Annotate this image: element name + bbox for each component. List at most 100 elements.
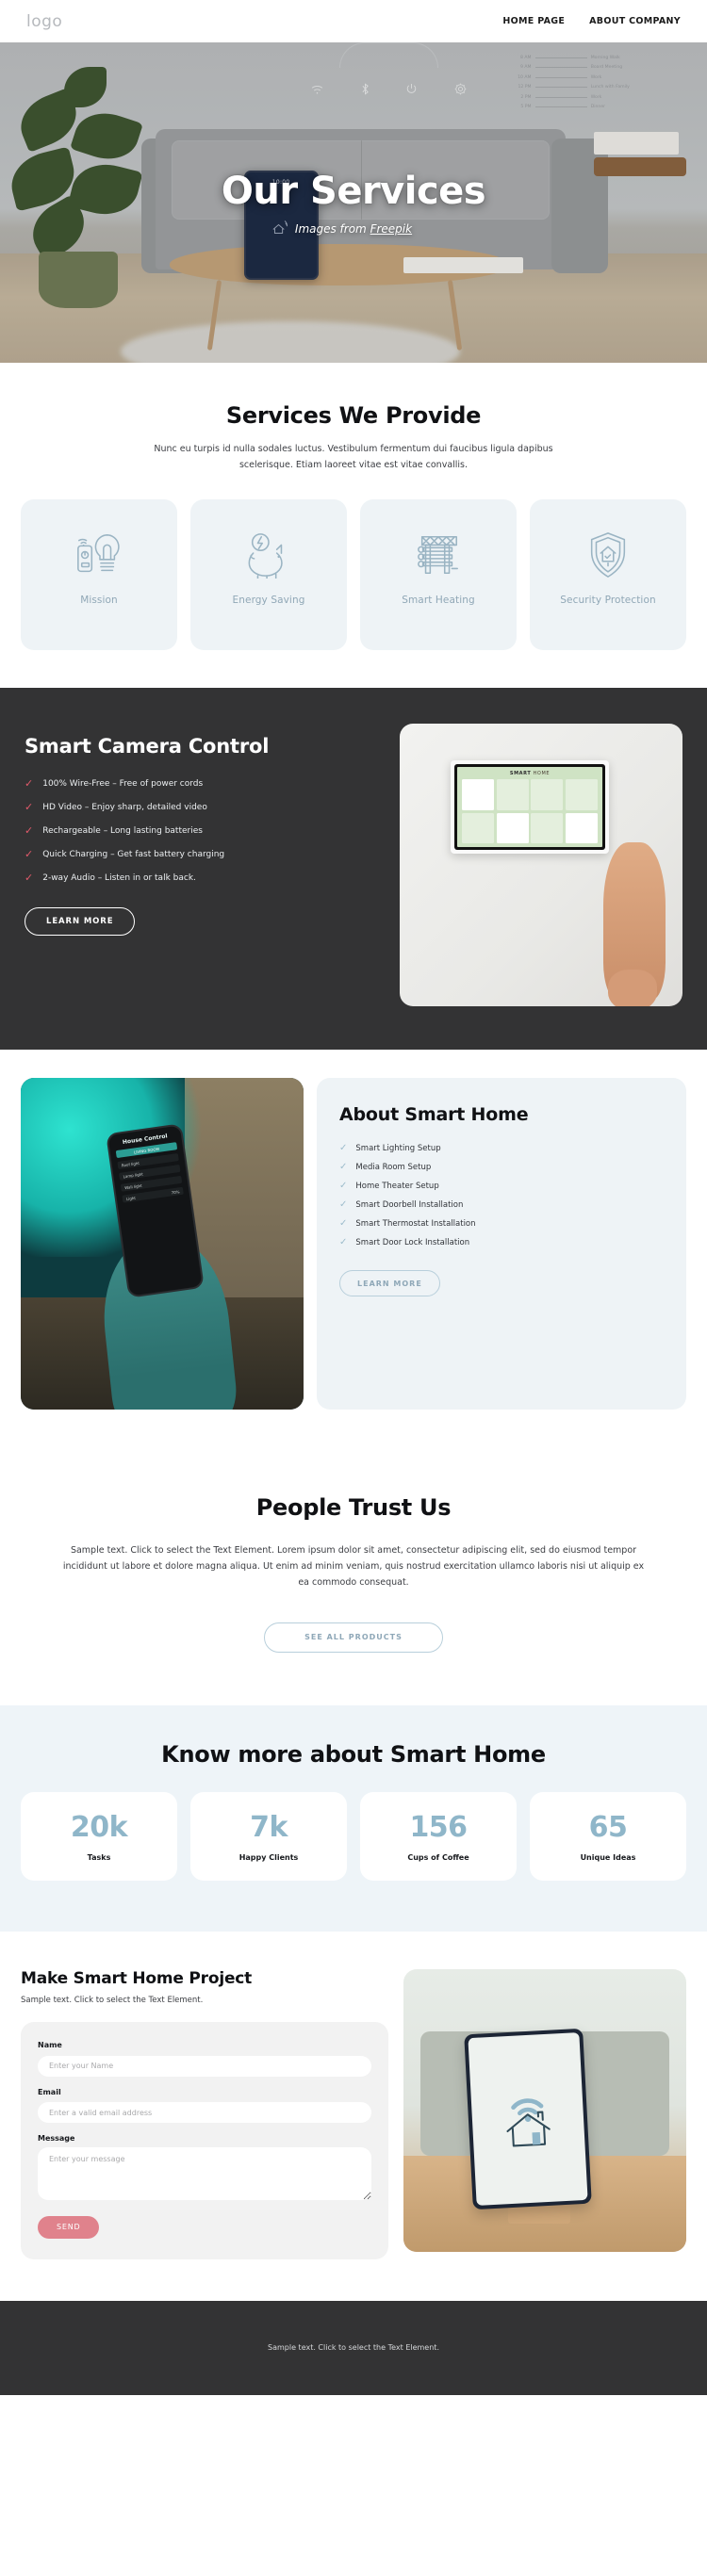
phone-row-label: Roof light: [121, 1160, 140, 1168]
about-list-item: ✓ Smart Thermostat Installation: [339, 1218, 664, 1230]
wall-control-panel: SMART HOME: [451, 760, 609, 855]
stats-card-grid: 20k Tasks 7k Happy Clients 156 Cups of C…: [21, 1792, 686, 1882]
feature-item: ✓ Rechargeable – Long lasting batteries: [25, 825, 379, 836]
camera-learn-more-button[interactable]: LEARN MORE: [25, 907, 136, 937]
check-icon: ✓: [25, 848, 34, 861]
shield-house-icon: [584, 526, 632, 584]
contact-section: Make Smart Home Project Sample text. Cli…: [0, 1932, 707, 2301]
check-icon: ✓: [339, 1237, 348, 1248]
panel-cell-tv[interactable]: [531, 779, 564, 810]
stats-title: Know more about Smart Home: [161, 1741, 546, 1769]
service-card-label: Security Protection: [560, 595, 656, 607]
people-trust-us-section: People Trust Us Sample text. Click to se…: [0, 1451, 707, 1706]
see-all-products-button[interactable]: SEE ALL PRODUCTS: [264, 1622, 443, 1654]
email-field-label: Email: [38, 2087, 61, 2096]
panel-cell-camera[interactable]: [496, 812, 529, 844]
service-card-label: Smart Heating: [402, 595, 475, 607]
check-icon: ✓: [25, 824, 34, 838]
panel-icon-grid: [462, 779, 598, 844]
message-field-label: Message: [38, 2134, 75, 2144]
feature-item: ✓ 100% Wire-Free – Free of power cords: [25, 778, 379, 789]
logo[interactable]: logo: [26, 12, 62, 31]
feature-label: Rechargeable – Long lasting batteries: [42, 825, 203, 836]
check-icon: ✓: [339, 1162, 348, 1173]
stat-label: Tasks: [87, 1853, 111, 1863]
stat-label: Happy Clients: [238, 1853, 299, 1863]
smart-camera-image-wrap: SMART HOME: [400, 724, 682, 1007]
feature-label: HD Video – Enjoy sharp, detailed video: [42, 802, 207, 812]
contact-form: Name Email Message SEND: [21, 2022, 388, 2259]
name-input[interactable]: [38, 2055, 371, 2077]
send-button[interactable]: SEND: [38, 2215, 100, 2239]
hero-credit: Images from Freepik: [295, 222, 412, 236]
about-item-label: Home Theater Setup: [355, 1182, 439, 1192]
stat-label: Cups of Coffee: [407, 1853, 469, 1863]
about-list-item: ✓ Media Room Setup: [339, 1162, 664, 1173]
about-list-item: ✓ Smart Door Lock Installation: [339, 1237, 664, 1248]
service-card-security-protection[interactable]: Security Protection: [530, 499, 686, 651]
stat-value: 65: [588, 1811, 628, 1845]
about-item-label: Smart Doorbell Installation: [355, 1200, 464, 1211]
service-card-mission[interactable]: Mission: [21, 499, 177, 651]
stat-card-cups-of-coffee: 156 Cups of Coffee: [360, 1792, 517, 1882]
panel-title-bold: SMART: [509, 771, 532, 777]
panel-cell-lamp2[interactable]: [531, 812, 564, 844]
tablet-on-desk-photo: [403, 1969, 686, 2253]
check-icon: ✓: [339, 1143, 348, 1154]
radiator-icon: [413, 526, 464, 584]
about-smart-home-section: House Control LIVING ROOM Roof light Lam…: [0, 1050, 707, 1452]
service-card-label: Mission: [80, 595, 118, 607]
services-text: Nunc eu turpis id nulla sodales luctus. …: [154, 444, 553, 470]
about-item-label: Smart Lighting Setup: [355, 1144, 441, 1154]
stat-value: 7k: [250, 1811, 288, 1845]
phone-row-label: Wall light: [123, 1182, 142, 1190]
about-list-item: ✓ Smart Lighting Setup: [339, 1143, 664, 1154]
nav-item-about-company[interactable]: ABOUT COMPANY: [589, 16, 681, 26]
panel-cell-wifi[interactable]: [565, 812, 598, 844]
about-item-label: Smart Thermostat Installation: [355, 1219, 476, 1230]
check-icon: ✓: [339, 1199, 348, 1211]
message-textarea[interactable]: [38, 2147, 371, 2201]
smart-home-wifi-house-icon: [491, 2080, 565, 2158]
about-list-item: ✓ Home Theater Setup: [339, 1181, 664, 1192]
nav-item-home-page[interactable]: HOME PAGE: [502, 16, 565, 26]
smart-camera-content: Smart Camera Control ✓ 100% Wire-Free – F…: [25, 724, 379, 937]
panel-cell-lamp[interactable]: [565, 779, 598, 810]
smart-camera-title: Smart Camera Control: [25, 735, 270, 758]
check-icon: ✓: [25, 872, 34, 885]
piggy-bank-energy-icon: [242, 526, 295, 584]
site-footer: Sample text. Click to select the Text El…: [0, 2300, 707, 2395]
stat-card-happy-clients: 7k Happy Clients: [190, 1792, 347, 1882]
hero-banner: 8 AM Morning Walk 9 AM Board Meeting 10 AM…: [0, 42, 707, 363]
pointing-finger: [603, 842, 666, 1007]
panel-cell-light[interactable]: [462, 779, 495, 810]
check-icon: ✓: [339, 1218, 348, 1230]
feature-item: ✓ 2-way Audio – Listen in or talk back.: [25, 872, 379, 883]
panel-cell-door[interactable]: [462, 812, 495, 844]
feature-label: 2-way Audio – Listen in or talk back.: [42, 872, 196, 883]
check-icon: ✓: [25, 801, 34, 814]
phone-row-label: Light: [125, 1195, 137, 1201]
panel-cell-ac[interactable]: [496, 779, 529, 810]
hero-credit-link[interactable]: Freepik: [370, 222, 413, 236]
services-section: Services We Provide Nunc eu turpis id nu…: [0, 363, 707, 689]
stat-card-tasks: 20k Tasks: [21, 1792, 177, 1882]
phone-in-hand-photo: House Control LIVING ROOM Roof light Lam…: [21, 1078, 304, 1410]
footer-text: Sample text. Click to select the Text El…: [268, 2343, 439, 2353]
name-field-label: Name: [38, 2041, 62, 2050]
email-input[interactable]: [38, 2102, 371, 2124]
about-smart-home-content: About Smart Home ✓ Smart Lighting Setup ✓…: [317, 1078, 686, 1410]
check-icon: ✓: [339, 1181, 348, 1192]
contact-title: Make Smart Home Project: [21, 1969, 253, 1989]
hero-title: Our Services: [221, 170, 486, 213]
stat-value: 156: [409, 1811, 468, 1845]
panel-title: SMART HOME: [462, 771, 598, 776]
about-learn-more-button[interactable]: LEARN MORE: [339, 1270, 440, 1297]
panel-title-rest: HOME: [531, 771, 551, 777]
contact-form-column: Make Smart Home Project Sample text. Cli…: [21, 1969, 388, 2259]
service-card-energy-saving[interactable]: Energy Saving: [190, 499, 347, 651]
service-card-smart-heating[interactable]: Smart Heating: [360, 499, 517, 651]
stat-card-unique-ideas: 65 Unique Ideas: [530, 1792, 686, 1882]
site-header: logo HOME PAGE ABOUT COMPANY: [0, 0, 707, 42]
main-nav: HOME PAGE ABOUT COMPANY: [502, 16, 681, 26]
